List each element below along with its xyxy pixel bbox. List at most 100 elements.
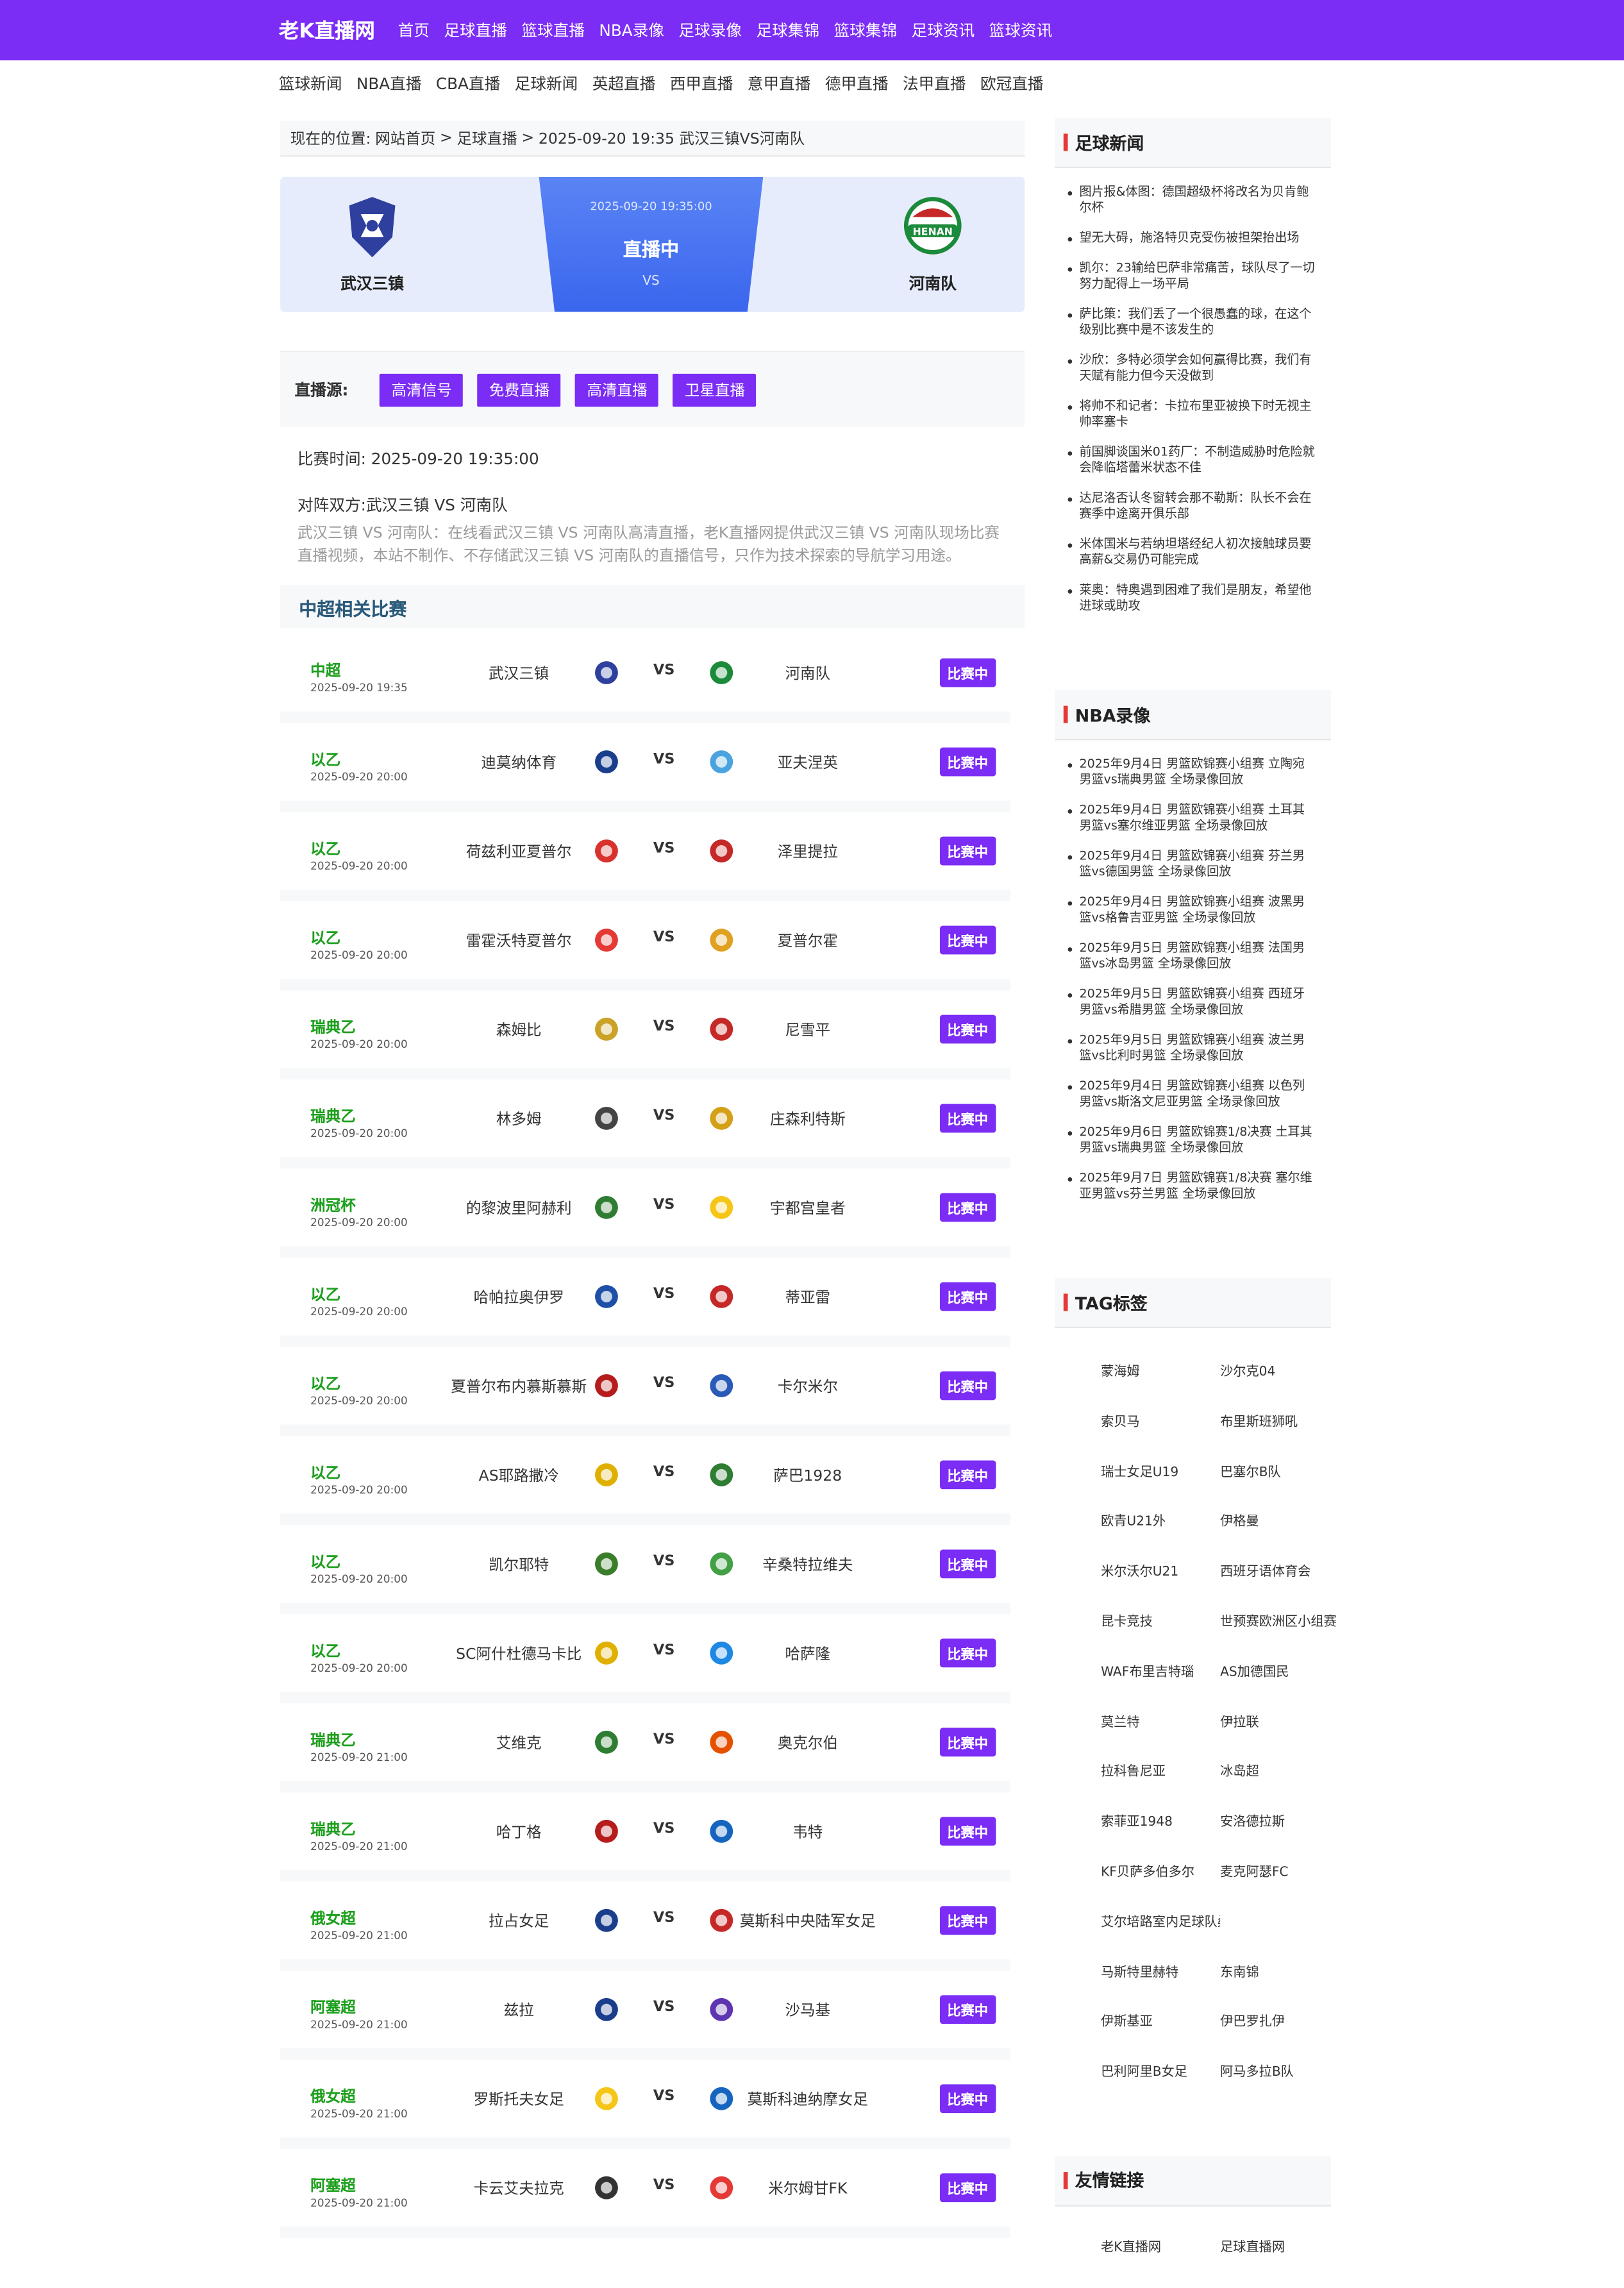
- home-team-name[interactable]: 哈丁格: [439, 1821, 599, 1843]
- away-team-name[interactable]: 蒂亚雷: [728, 1286, 887, 1308]
- tag-link[interactable]: AS加德国民: [1220, 1649, 1339, 1699]
- tag-link[interactable]: 世预赛欧洲区小组赛: [1220, 1599, 1339, 1649]
- tag-link[interactable]: 西班牙语体育会: [1220, 1549, 1339, 1599]
- news-item-link[interactable]: 达尼洛否认冬窗转会那不勒斯：队长不会在赛季中途离开俱乐部: [1067, 492, 1322, 523]
- sub-nav-item[interactable]: 德甲直播: [825, 72, 889, 95]
- top-nav-item[interactable]: 篮球直播: [521, 19, 585, 42]
- away-team-name[interactable]: 卡尔米尔: [728, 1375, 887, 1397]
- match-status-button[interactable]: 比赛中: [940, 2084, 996, 2114]
- tag-link[interactable]: 索菲亚1948: [1101, 1799, 1220, 1849]
- home-team-name[interactable]: 荷兹利亚夏普尔: [439, 841, 599, 862]
- news-item-link[interactable]: 望无大碍，施洛特贝克受伤被担架抬出场: [1067, 231, 1322, 248]
- match-row[interactable]: 瑞典乙 2025-09-20 20:00 林多姆 VS 庄森利特斯 比赛中: [280, 1079, 1010, 1169]
- replay-item-link[interactable]: 2025年9月4日 男篮欧锦赛小组赛 土耳其男篮vs塞尔维亚男篮 全场录像回放: [1067, 803, 1322, 835]
- replay-item-link[interactable]: 2025年9月5日 男篮欧锦赛小组赛 西班牙男篮vs希腊男篮 全场录像回放: [1067, 988, 1322, 1019]
- tag-link[interactable]: 巴利阿里B女足: [1101, 2049, 1220, 2099]
- tag-link[interactable]: 马斯特里赫特: [1101, 1949, 1220, 1999]
- replay-item-link[interactable]: 2025年9月4日 男篮欧锦赛小组赛 芬兰男篮vs德国男篮 全场录像回放: [1067, 850, 1322, 881]
- sub-nav-item[interactable]: 法甲直播: [903, 72, 966, 95]
- source-button[interactable]: 免费直播: [478, 373, 562, 407]
- match-status-button[interactable]: 比赛中: [940, 1460, 996, 1490]
- match-row[interactable]: 以乙 2025-09-20 20:00 哈帕拉奥伊罗 VS 蒂亚雷 比赛中: [280, 1258, 1010, 1347]
- tag-link[interactable]: 沙尔克04: [1220, 1349, 1339, 1399]
- home-team-name[interactable]: 卡云艾夫拉克: [439, 2178, 599, 2200]
- away-team-name[interactable]: 庄森利特斯: [728, 1108, 887, 1130]
- away-team-name[interactable]: 萨巴1928: [728, 1465, 887, 1486]
- home-team-name[interactable]: 凯尔耶特: [439, 1554, 599, 1576]
- away-team-name[interactable]: 韦特: [728, 1821, 887, 1843]
- tag-link[interactable]: 阿马多拉B队: [1220, 2049, 1339, 2099]
- home-team-name[interactable]: 雷霍沃特夏普尔: [439, 930, 599, 952]
- match-row[interactable]: 阿塞超 2025-09-20 21:00 卡云艾夫拉克 VS 米尔姆甘FK 比赛中: [280, 2149, 1010, 2239]
- tag-link[interactable]: 巴塞尔B队: [1220, 1449, 1339, 1499]
- breadcrumb-home[interactable]: 网站首页: [375, 127, 435, 149]
- away-team-name[interactable]: 泽里提拉: [728, 841, 887, 862]
- match-status-button[interactable]: 比赛中: [940, 2173, 996, 2203]
- home-team-name[interactable]: 林多姆: [439, 1108, 599, 1130]
- top-nav-item[interactable]: 首页: [398, 19, 430, 42]
- news-item-link[interactable]: 前国脚谈国米01药厂：不制造威胁时危险就会降临塔蕾米状态不佳: [1067, 446, 1322, 477]
- match-status-button[interactable]: 比赛中: [940, 1282, 996, 1311]
- sub-nav-item[interactable]: NBA直播: [356, 72, 422, 95]
- sub-nav-item[interactable]: 英超直播: [592, 72, 656, 95]
- home-team-name[interactable]: 夏普尔布内慕斯慕斯: [439, 1375, 599, 1397]
- match-status-button[interactable]: 比赛中: [940, 1549, 996, 1579]
- match-row[interactable]: 中超 2025-09-20 19:35 武汉三镇 VS 河南队 比赛中: [280, 634, 1010, 723]
- breadcrumb-section[interactable]: 足球直播: [457, 127, 517, 149]
- match-status-button[interactable]: 比赛中: [940, 747, 996, 777]
- tag-link[interactable]: 昆卡竞技: [1101, 1599, 1220, 1649]
- home-team-name[interactable]: 拉占女足: [439, 1910, 599, 1932]
- match-status-button[interactable]: 比赛中: [940, 1193, 996, 1222]
- home-team-name[interactable]: 罗斯托夫女足: [439, 2089, 599, 2110]
- match-row[interactable]: 以乙 2025-09-20 20:00 荷兹利亚夏普尔 VS 泽里提拉 比赛中: [280, 812, 1010, 902]
- top-nav-item[interactable]: 足球录像: [678, 19, 742, 42]
- tag-link[interactable]: 伊拉联: [1220, 1699, 1339, 1749]
- news-item-link[interactable]: 将帅不和记者：卡拉布里亚被换下时无视主帅率塞卡: [1067, 400, 1322, 431]
- replay-item-link[interactable]: 2025年9月6日 男篮欧锦赛1/8决赛 土耳其男篮vs瑞典男篮 全场录像回放: [1067, 1125, 1322, 1157]
- sub-nav-item[interactable]: 欧冠直播: [980, 72, 1044, 95]
- tag-link[interactable]: 伊巴罗扎伊: [1220, 1999, 1339, 2049]
- match-row[interactable]: 以乙 2025-09-20 20:00 凯尔耶特 VS 辛桑特拉维夫 比赛中: [280, 1525, 1010, 1615]
- match-status-button[interactable]: 比赛中: [940, 1371, 996, 1401]
- match-status-button[interactable]: 比赛中: [940, 1104, 996, 1133]
- match-row[interactable]: 洲冠杯 2025-09-20 20:00 的黎波里阿赫利 VS 宇都宫皇者 比赛中: [280, 1168, 1010, 1258]
- match-status-button[interactable]: 比赛中: [940, 658, 996, 687]
- tag-link[interactable]: 冰岛超: [1220, 1749, 1339, 1799]
- tag-link[interactable]: 麦克阿瑟FC: [1220, 1849, 1339, 1899]
- news-item-link[interactable]: 图片报&体图：德国超级杯将改名为贝肯鲍尔杯: [1067, 185, 1322, 217]
- source-button[interactable]: 卫星直播: [673, 373, 757, 407]
- match-status-button[interactable]: 比赛中: [940, 1728, 996, 1757]
- tag-link[interactable]: 东南锦: [1220, 1949, 1339, 1999]
- home-team-name[interactable]: 兹拉: [439, 1999, 599, 2021]
- sub-nav-item[interactable]: CBA直播: [436, 72, 500, 95]
- match-status-button[interactable]: 比赛中: [940, 1638, 996, 1668]
- home-team-name[interactable]: SC阿什杜德马卡比: [439, 1643, 599, 1665]
- tag-link[interactable]: 米尔沃尔U21: [1101, 1549, 1220, 1599]
- away-team-name[interactable]: 米尔姆甘FK: [728, 2178, 887, 2200]
- match-status-button[interactable]: 比赛中: [940, 1906, 996, 1935]
- friend-link[interactable]: 足球直播网: [1220, 2224, 1339, 2274]
- news-item-link[interactable]: 凯尔：23输给巴萨非常痛苦，球队尽了一切努力配得上一场平局: [1067, 262, 1322, 293]
- replay-item-link[interactable]: 2025年9月4日 男篮欧锦赛小组赛 波黑男篮vs格鲁吉亚男篮 全场录像回放: [1067, 896, 1322, 927]
- top-nav-item[interactable]: 足球集锦: [756, 19, 819, 42]
- home-team-name[interactable]: AS耶路撒冷: [439, 1465, 599, 1486]
- tag-link[interactable]: WAF布里吉特瑙: [1101, 1649, 1220, 1699]
- match-row[interactable]: 以乙 2025-09-20 20:00 AS耶路撒冷 VS 萨巴1928 比赛中: [280, 1436, 1010, 1526]
- away-team-name[interactable]: 宇都宫皇者: [728, 1197, 887, 1219]
- away-team-name[interactable]: 河南队: [728, 662, 887, 684]
- news-item-link[interactable]: 萨比策：我们丢了一个很愚蠢的球，在这个级别比赛中是不该发生的: [1067, 308, 1322, 339]
- tag-link[interactable]: 索贝马: [1101, 1399, 1220, 1449]
- match-status-button[interactable]: 比赛中: [940, 925, 996, 955]
- replay-item-link[interactable]: 2025年9月4日 男篮欧锦赛小组赛 以色列男篮vs斯洛文尼亚男篮 全场录像回放: [1067, 1079, 1322, 1111]
- tag-link[interactable]: 布里斯班狮吼: [1220, 1399, 1339, 1449]
- source-button[interactable]: 高清直播: [575, 373, 659, 407]
- news-item-link[interactable]: 沙欣：多特必须学会如何赢得比赛，我们有天赋有能力但今天没做到: [1067, 353, 1322, 385]
- home-team-name[interactable]: 迪莫纳体育: [439, 752, 599, 773]
- match-row[interactable]: 瑞典乙 2025-09-20 21:00 艾维克 VS 奥克尔伯 比赛中: [280, 1703, 1010, 1793]
- friend-link[interactable]: 老K直播网: [1101, 2224, 1220, 2274]
- away-team-name[interactable]: 沙马基: [728, 1999, 887, 2021]
- tag-link[interactable]: 艾尔培路室内足球队桑给超: [1101, 1899, 1220, 1949]
- away-team-name[interactable]: 奥克尔伯: [728, 1732, 887, 1754]
- top-nav-item[interactable]: 篮球资讯: [989, 19, 1053, 42]
- sub-nav-item[interactable]: 足球新闻: [515, 72, 578, 95]
